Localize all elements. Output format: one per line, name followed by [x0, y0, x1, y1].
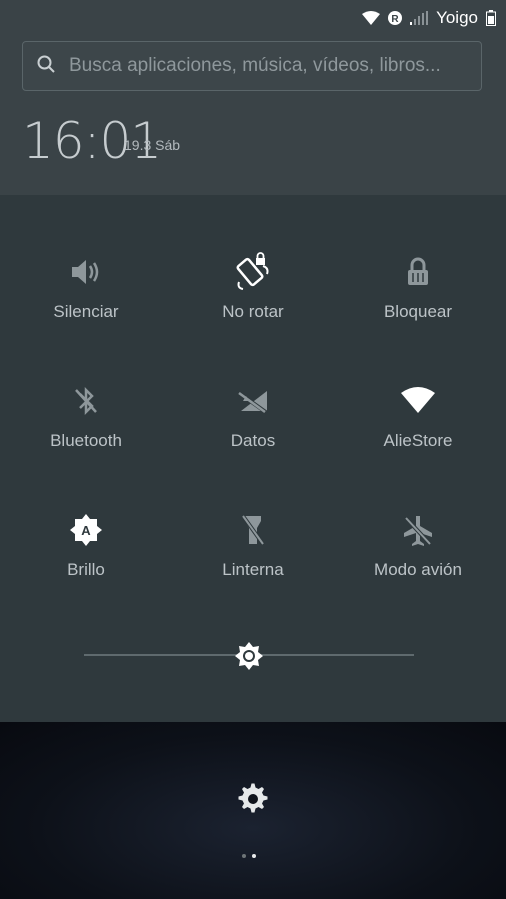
wifi-icon — [398, 381, 438, 421]
toggle-label: Brillo — [67, 560, 105, 579]
status-bar: R Yoigo — [362, 8, 496, 28]
svg-text:R: R — [391, 14, 399, 25]
airplane-off-icon — [398, 510, 438, 550]
carrier-label: Yoigo — [436, 8, 478, 27]
wifi-icon — [362, 11, 381, 25]
page-dot-active[interactable] — [252, 854, 256, 858]
roaming-icon: R — [388, 11, 403, 25]
flashlight-off-icon — [233, 510, 273, 550]
toggle-brillo[interactable]: A Brillo — [2, 510, 170, 620]
auto-brightness-icon: A — [66, 510, 106, 550]
sun-icon[interactable] — [234, 641, 264, 676]
toggle-label: Modo avión — [374, 560, 462, 579]
settings-gear-icon[interactable] — [236, 782, 270, 821]
toggle-datos[interactable]: Datos — [169, 381, 337, 491]
toggle-label: No rotar — [222, 302, 284, 321]
toggle-no-rotar[interactable]: No rotar — [169, 252, 337, 362]
toggle-bloquear[interactable]: Bloquear — [334, 252, 502, 362]
search-input[interactable] — [67, 54, 471, 78]
toggle-aliestore[interactable]: AlieStore — [334, 381, 502, 491]
toggle-label: Bluetooth — [50, 431, 122, 450]
speaker-icon — [66, 252, 106, 292]
toggle-label: Datos — [230, 431, 276, 450]
page-dot[interactable] — [242, 854, 246, 858]
data-off-icon — [233, 381, 273, 421]
toggle-modo-avion[interactable]: Modo avión — [334, 510, 502, 620]
toggle-label: Silenciar — [53, 302, 119, 321]
lock-icon — [398, 252, 438, 292]
search-bar[interactable] — [22, 41, 482, 91]
rotate-lock-icon — [233, 252, 273, 292]
signal-icon — [410, 11, 429, 25]
page-indicator — [242, 854, 256, 858]
toggle-silenciar[interactable]: Silenciar — [2, 252, 170, 362]
toggle-label: Linterna — [222, 560, 284, 579]
toggle-label: Bloquear — [383, 302, 453, 321]
battery-icon — [486, 10, 496, 26]
toggle-label: AlieStore — [383, 431, 453, 450]
brightness-slider[interactable] — [84, 641, 414, 671]
clock-date: 19.3 Sáb — [124, 137, 181, 153]
toggle-bluetooth[interactable]: Bluetooth — [2, 381, 170, 491]
toggle-linterna[interactable]: Linterna — [169, 510, 337, 620]
bluetooth-off-icon — [66, 381, 106, 421]
search-icon — [37, 55, 55, 78]
svg-text:A: A — [81, 523, 91, 538]
